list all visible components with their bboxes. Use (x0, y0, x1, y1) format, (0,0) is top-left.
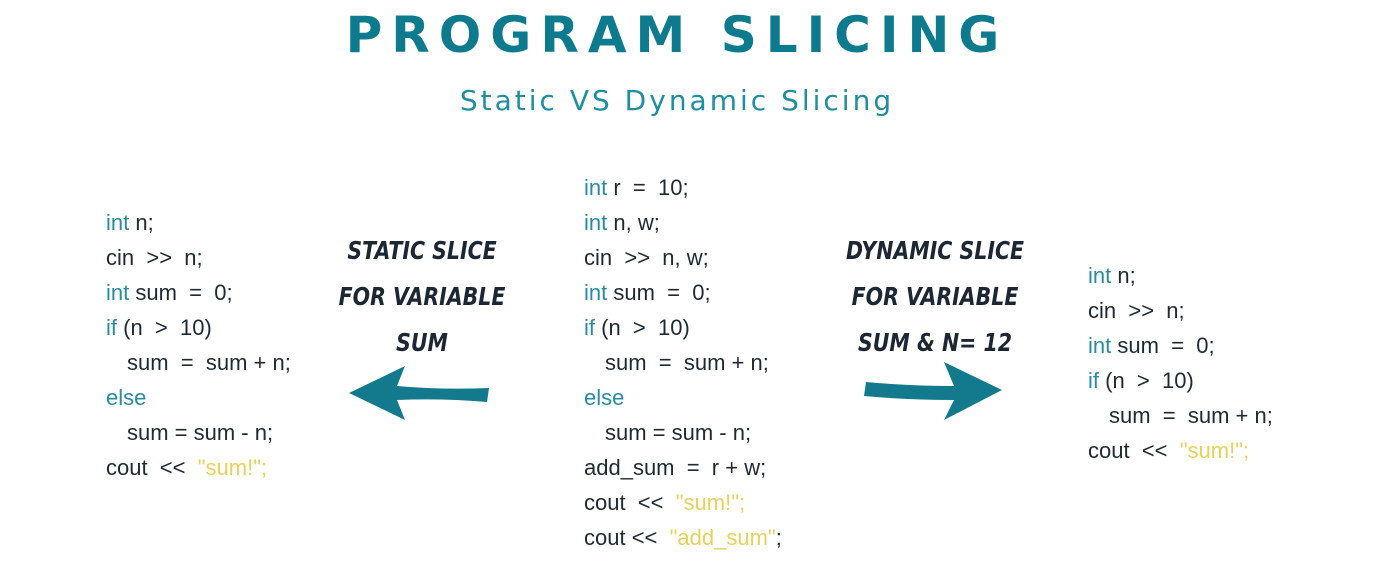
dynamic-slice-label-line: DYNAMIC SLICE (845, 236, 1024, 265)
code-text: cout << (1088, 438, 1180, 463)
code-line: if (n > 10) (1088, 363, 1273, 398)
code-text: cin >> n; (106, 245, 203, 270)
code-text: sum = 0; (607, 280, 711, 305)
code-text: n; (1111, 263, 1136, 288)
dynamic-slice-label: DYNAMIC SLICE FOR VARIABLE SUM & N= 12 (833, 228, 1038, 366)
static-slice-label: STATIC SLICE FOR VARIABLE SUM (324, 228, 521, 366)
code-line: cout << "sum!"; (1088, 433, 1273, 468)
code-text: sum = 0; (129, 280, 233, 305)
code-text: cout << (584, 525, 670, 550)
arrow-right-icon (864, 362, 1002, 420)
code-line: cin >> n; (106, 240, 291, 275)
code-string: "sum!"; (1179, 438, 1250, 463)
code-keyword: if (1088, 368, 1099, 393)
code-line: sum = sum + n; (584, 345, 782, 380)
page-title: PROGRAM SLICING (345, 6, 1009, 64)
code-text: sum = sum + n; (127, 350, 291, 375)
code-line: if (n > 10) (584, 310, 782, 345)
code-line: int sum = 0; (584, 275, 782, 310)
code-keyword: int (584, 175, 608, 200)
code-line: cin >> n, w; (584, 240, 782, 275)
code-line: sum = sum - n; (106, 415, 291, 450)
code-text: cout << (584, 490, 676, 515)
code-keyword: int (584, 210, 608, 235)
code-text: cout << (106, 455, 198, 480)
code-text: add_sum = r + w; (584, 455, 767, 480)
code-text: (n > 10) (117, 315, 212, 340)
code-text: sum = sum - n; (127, 420, 274, 445)
code-text: (n > 10) (595, 315, 690, 340)
static-slice-label-line: FOR VARIABLE (338, 282, 506, 311)
dynamic-slice-code: int n; cin >> n; int sum = 0; if (n > 10) su… (1088, 258, 1273, 468)
code-string: "sum!"; (675, 490, 746, 515)
code-keyword: else (106, 385, 147, 410)
code-keyword: else (584, 385, 625, 410)
page-subtitle: Static VS Dynamic Slicing (459, 84, 895, 117)
code-line: add_sum = r + w; (584, 450, 782, 485)
code-keyword: int (584, 280, 608, 305)
code-line: int sum = 0; (106, 275, 291, 310)
code-text: n, w; (607, 210, 660, 235)
code-keyword: if (584, 315, 595, 340)
code-line: cin >> n; (1088, 293, 1273, 328)
code-line: sum = sum - n; (584, 415, 782, 450)
code-text: n; (129, 210, 154, 235)
code-line: int r = 10; (584, 170, 782, 205)
code-line: cout << "sum!"; (106, 450, 291, 485)
static-slice-label-line: STATIC SLICE (347, 236, 497, 265)
code-line: cout << "sum!"; (584, 485, 782, 520)
code-line: else (584, 380, 782, 415)
code-line: int n; (1088, 258, 1273, 293)
original-program-code: int r = 10; int n, w; cin >> n, w; int sum … (584, 170, 782, 555)
code-string: "add_sum" (669, 525, 776, 550)
code-string: "sum!"; (197, 455, 268, 480)
code-text: sum = 0; (1111, 333, 1215, 358)
code-line: int sum = 0; (1088, 328, 1273, 363)
code-keyword: int (106, 210, 130, 235)
dynamic-slice-label-line: FOR VARIABLE (851, 282, 1019, 311)
code-text: sum = sum + n; (1109, 403, 1273, 428)
code-line: int n; (106, 205, 291, 240)
code-keyword: int (106, 280, 130, 305)
code-text: r = 10; (607, 175, 689, 200)
code-line: int n, w; (584, 205, 782, 240)
code-line: sum = sum + n; (106, 345, 291, 380)
code-keyword: int (1088, 263, 1112, 288)
code-keyword: if (106, 315, 117, 340)
code-line: sum = sum + n; (1088, 398, 1273, 433)
code-line: else (106, 380, 291, 415)
code-text: sum = sum - n; (605, 420, 752, 445)
code-text: ; (775, 525, 782, 550)
arrow-left-icon (349, 366, 489, 420)
code-line: if (n > 10) (106, 310, 291, 345)
code-keyword: int (1088, 333, 1112, 358)
code-text: cin >> n, w; (584, 245, 709, 270)
code-text: (n > 10) (1099, 368, 1194, 393)
code-text: sum = sum + n; (605, 350, 769, 375)
code-line: cout << "add_sum"; (584, 520, 782, 555)
static-slice-code: int n; cin >> n; int sum = 0; if (n > 10) su… (106, 205, 291, 485)
code-text: cin >> n; (1088, 298, 1185, 323)
